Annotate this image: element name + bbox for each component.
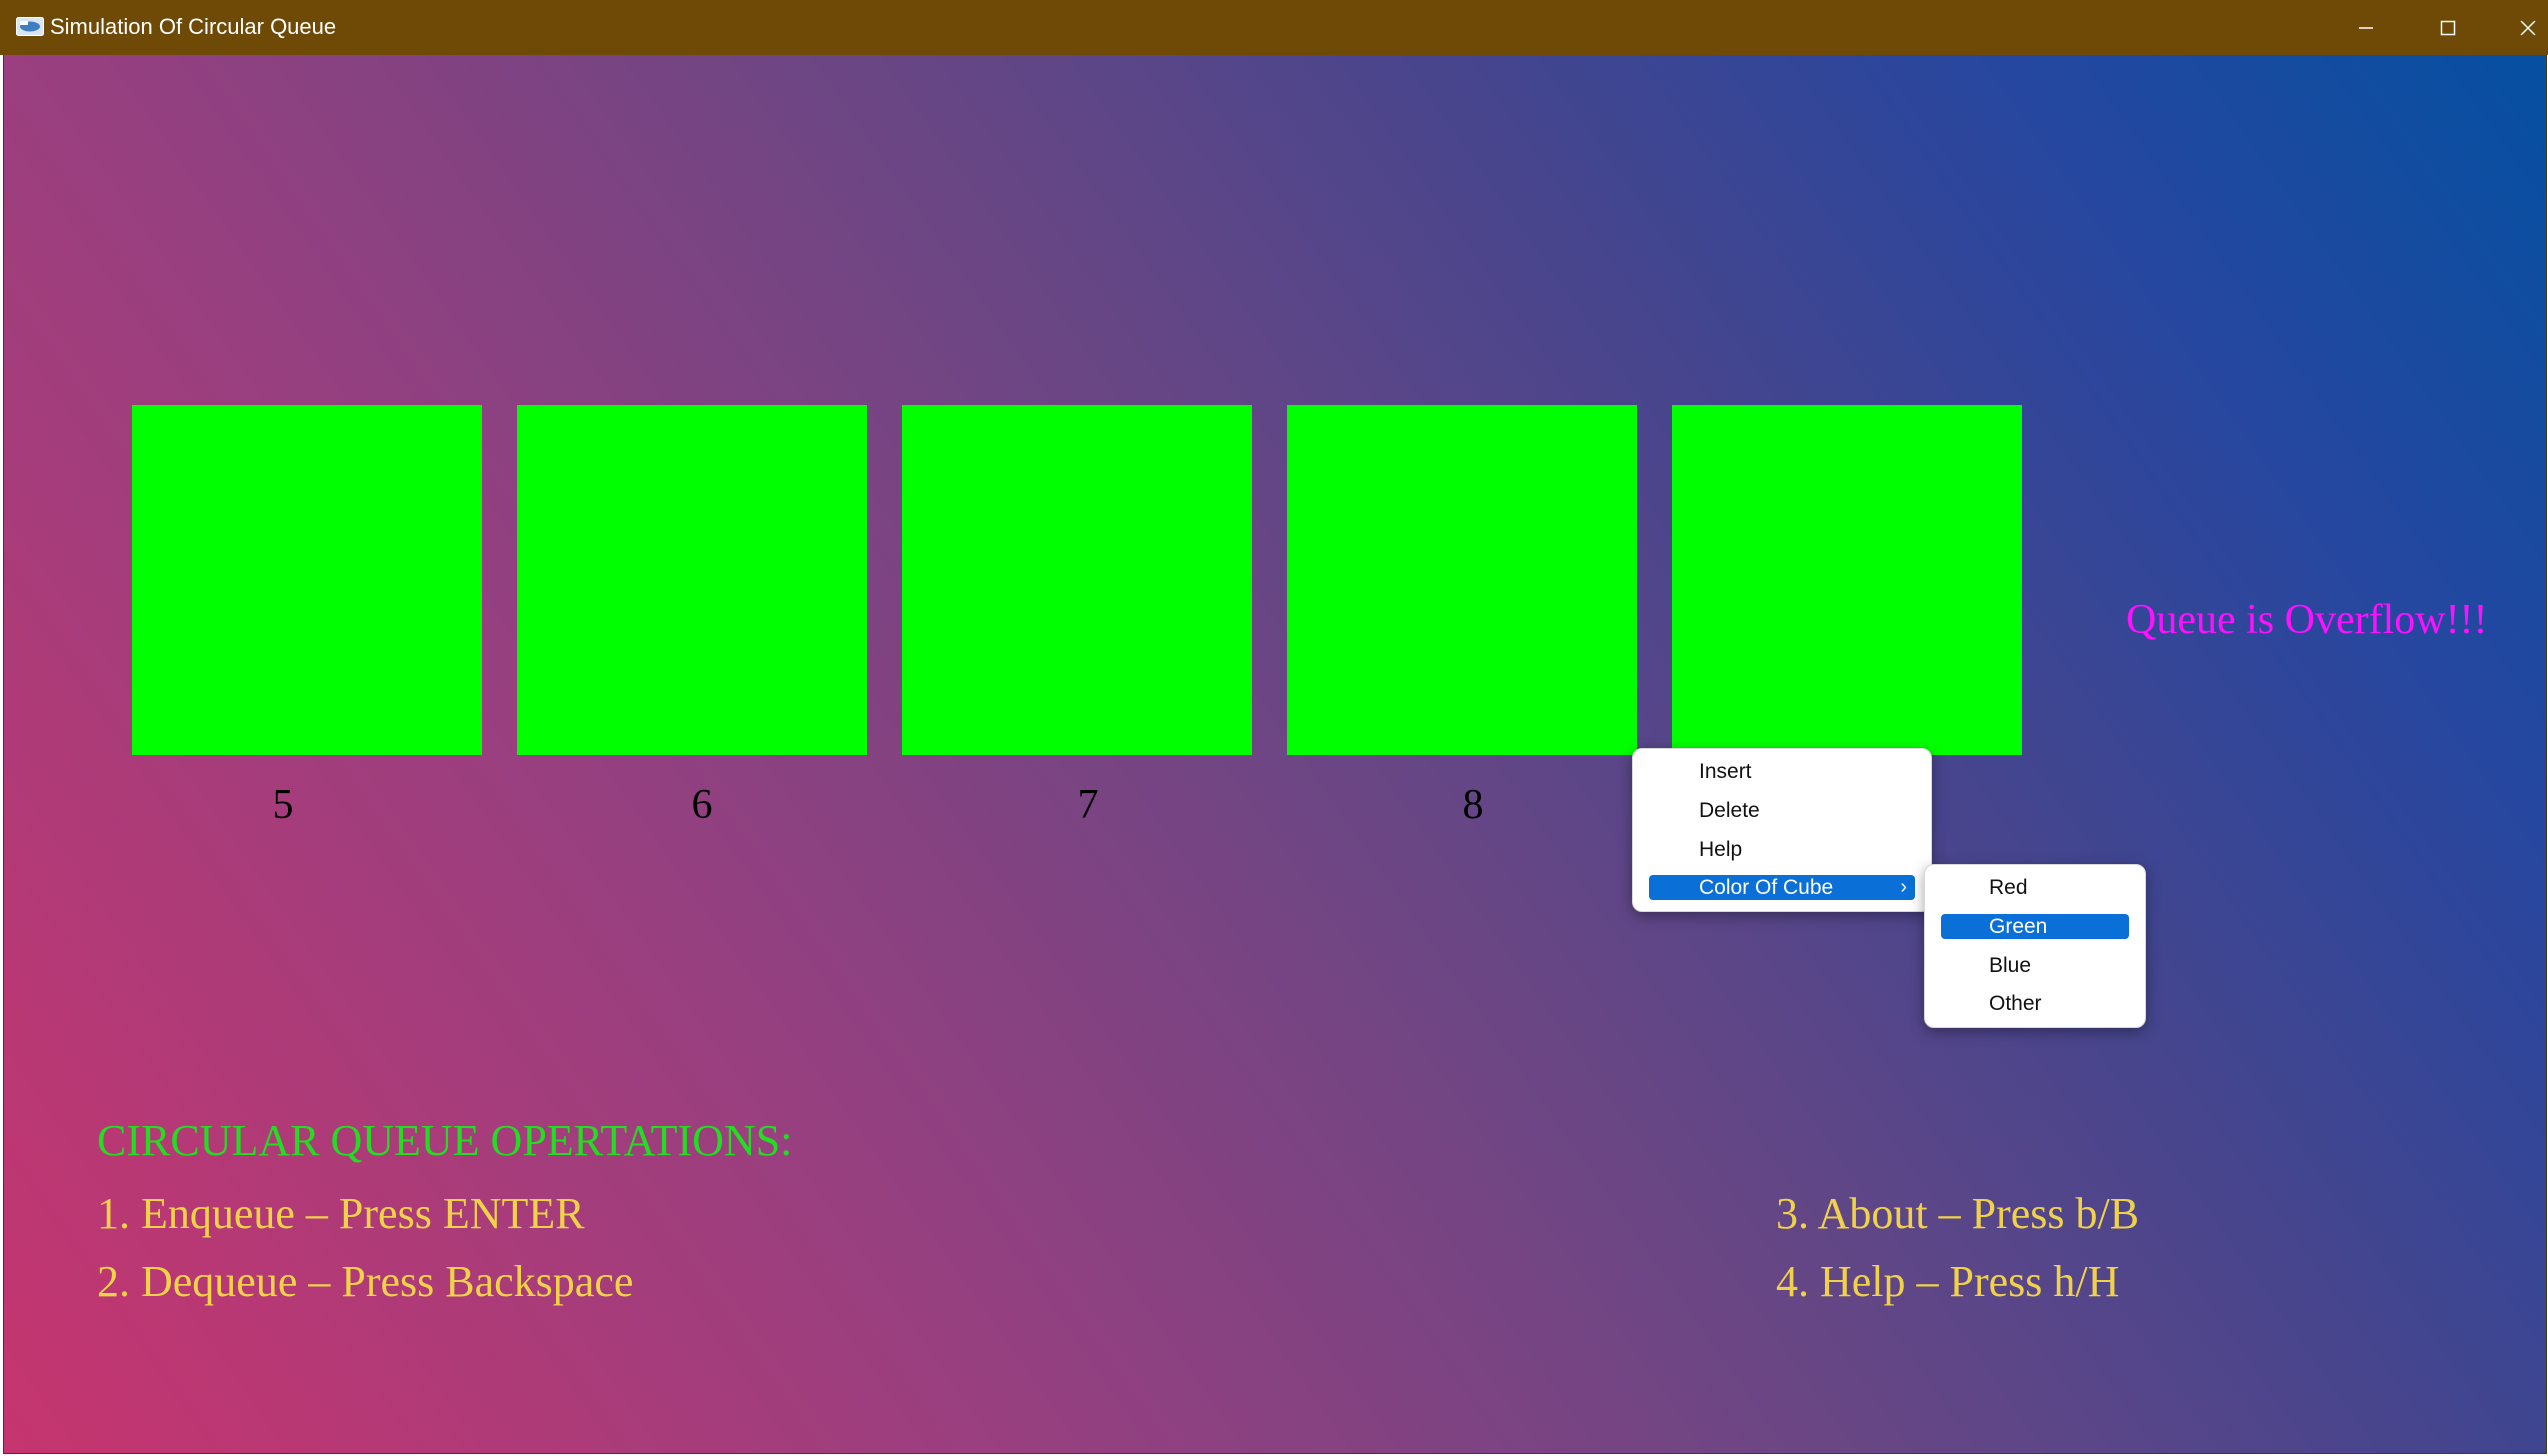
- submenu-item-blue[interactable]: Blue: [1941, 953, 2129, 978]
- minimize-button[interactable]: [2326, 0, 2406, 55]
- menu-item-color-of-cube[interactable]: Color Of Cube ›: [1649, 875, 1915, 900]
- menu-item-help[interactable]: Help: [1649, 837, 1915, 862]
- app-icon: [16, 17, 44, 36]
- queue-cube-2[interactable]: [517, 405, 867, 755]
- menu-item-insert[interactable]: Insert: [1649, 759, 1915, 784]
- operations-heading: CIRCULAR QUEUE OPERTATIONS:: [97, 1116, 793, 1165]
- instruction-enqueue: 1. Enqueue – Press ENTER: [97, 1189, 585, 1238]
- context-menu: Insert Delete Help Color Of Cube ›: [1632, 748, 1932, 912]
- submenu-item-red[interactable]: Red: [1941, 875, 2129, 900]
- menu-item-help-label: Help: [1699, 838, 1743, 861]
- color-submenu: Red Green Blue Other: [1924, 864, 2146, 1028]
- queue-cube-1[interactable]: [132, 405, 482, 755]
- submenu-item-red-label: Red: [1989, 876, 2028, 899]
- submenu-item-blue-label: Blue: [1989, 954, 2032, 977]
- close-button[interactable]: [2488, 0, 2548, 55]
- menu-item-color-label: Color Of Cube: [1699, 876, 1834, 899]
- submenu-item-other-label: Other: [1989, 992, 2042, 1015]
- instruction-help: 4. Help – Press h/H: [1776, 1257, 2120, 1306]
- queue-cube-5[interactable]: [1672, 405, 2022, 755]
- instruction-dequeue: 2. Dequeue – Press Backspace: [97, 1257, 634, 1306]
- queue-canvas[interactable]: 5 6 7 8 Queue is Overflow!!! CIRCULAR QU…: [3, 55, 2547, 1454]
- chevron-right-icon: ›: [1900, 876, 1907, 898]
- window-title: Simulation Of Circular Queue: [50, 14, 337, 39]
- menu-item-insert-label: Insert: [1699, 760, 1752, 783]
- cube-label-1: 5: [272, 782, 294, 828]
- submenu-item-other[interactable]: Other: [1941, 991, 2129, 1016]
- maximize-icon: [2440, 20, 2456, 35]
- menu-item-delete-label: Delete: [1699, 799, 1760, 822]
- maximize-button[interactable]: [2408, 0, 2488, 55]
- title-bar[interactable]: Simulation Of Circular Queue: [0, 0, 2548, 55]
- submenu-item-green[interactable]: Green: [1941, 914, 2129, 939]
- queue-cube-3[interactable]: [902, 405, 1252, 755]
- menu-item-delete[interactable]: Delete: [1649, 798, 1915, 823]
- submenu-item-green-label: Green: [1989, 915, 2048, 938]
- minimize-icon: [2359, 26, 2373, 29]
- queue-cube-4[interactable]: [1287, 405, 1637, 755]
- overflow-message: Queue is Overflow!!!: [2126, 597, 2488, 643]
- cube-label-3: 7: [1077, 782, 1099, 828]
- close-icon: [2520, 19, 2536, 36]
- instruction-about: 3. About – Press b/B: [1776, 1189, 2140, 1238]
- cube-label-4: 8: [1462, 782, 1484, 828]
- cube-label-2: 6: [691, 782, 713, 828]
